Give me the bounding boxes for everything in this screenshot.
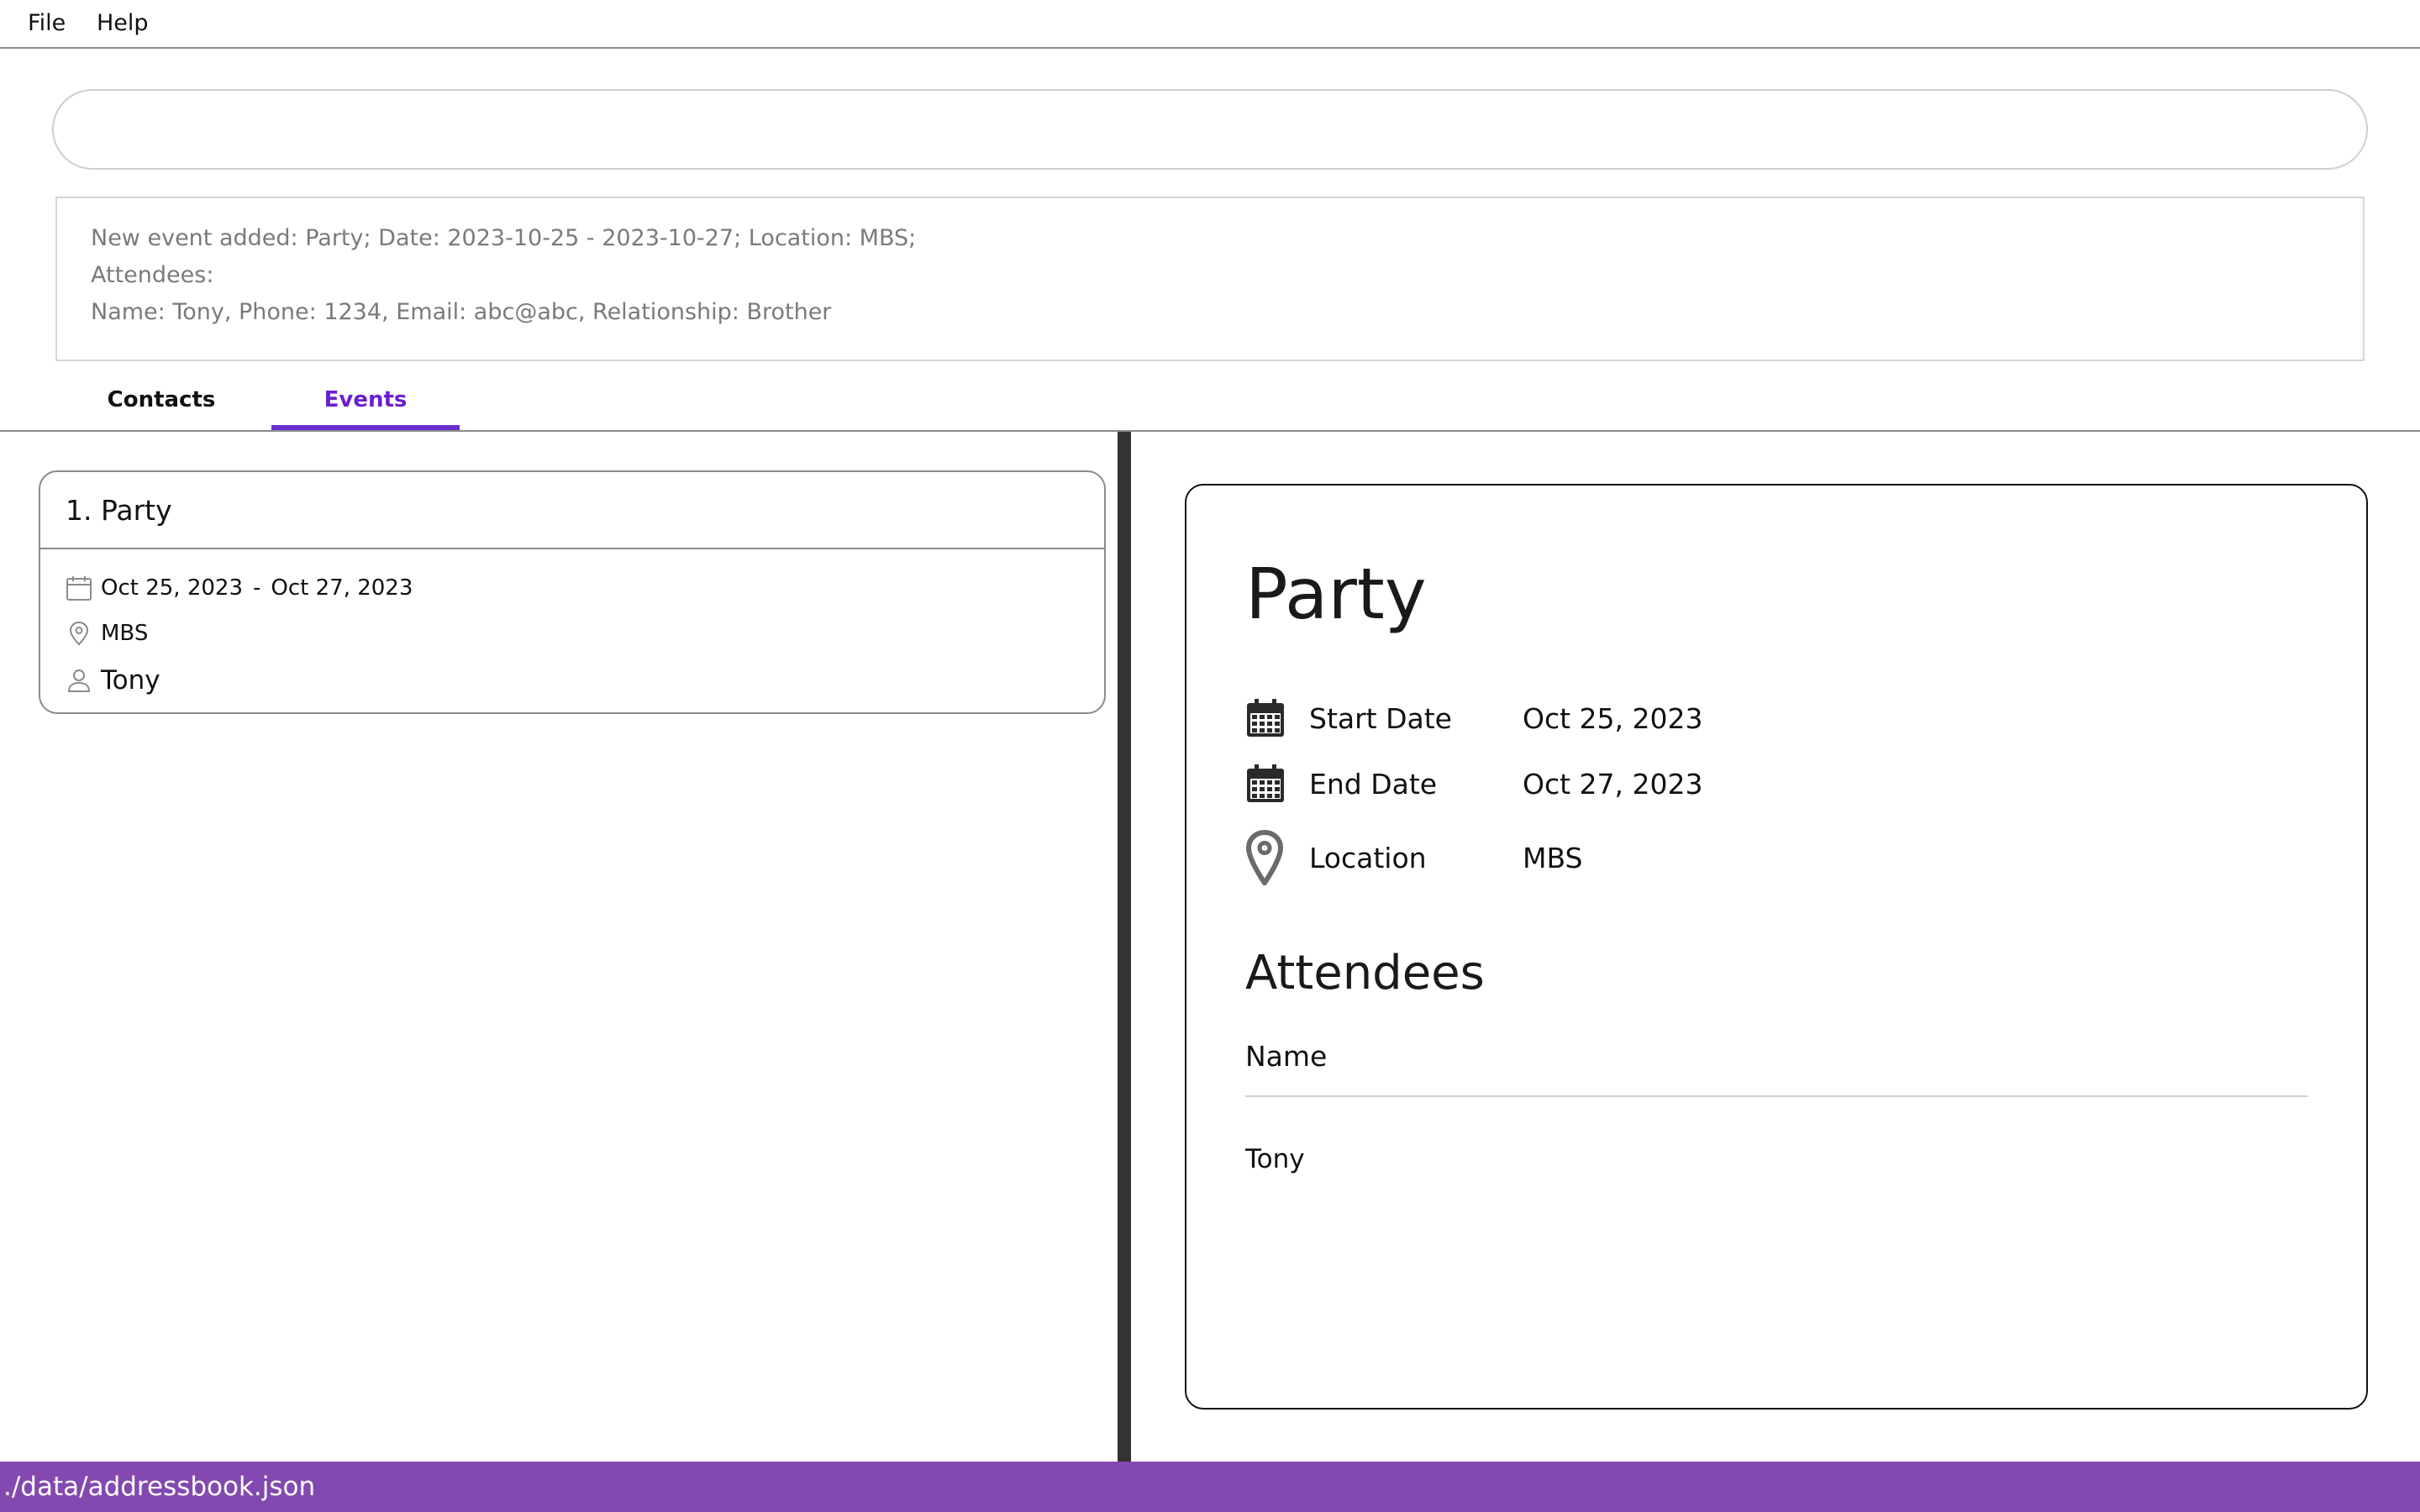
calendar-icon [1245,764,1286,804]
end-date-row: End Date Oct 27, 2023 [1245,763,1703,805]
location-pin-icon [1245,830,1284,885]
event-card-attendee: Tony [101,665,160,696]
result-display: New event added: Party; Date: 2023-10-25… [55,197,2365,361]
event-card-location-row: MBS [66,620,148,647]
data-file-path: ./data/addressbook.json [3,1472,316,1502]
menu-help[interactable]: Help [97,10,149,36]
start-date-label: Start Date [1309,701,1452,735]
result-line: New event added: Party; Date: 2023-10-25… [91,225,917,251]
person-icon [66,667,92,694]
location-label: Location [1309,841,1427,874]
attendees-column-header: Name [1245,1040,1328,1073]
column-divider [1245,1095,2307,1097]
tab-contacts[interactable]: Contacts [84,370,239,430]
calendar-icon [1245,698,1286,738]
start-date-row: Start Date Oct 25, 2023 [1245,697,1703,739]
end-date-label: End Date [1309,767,1438,801]
event-card-title: 1. Party [40,472,1104,549]
attendees-heading: Attendees [1245,946,1485,1000]
event-card-start-date: Oct 25, 2023 [101,575,243,601]
end-date-value: Oct 27, 2023 [1523,767,1703,801]
tab-events[interactable]: Events [271,370,460,430]
calendar-icon [66,575,92,601]
menu-file[interactable]: File [28,10,66,36]
menu-bar: File Help [0,0,2420,49]
split-divider[interactable] [1118,432,1131,1462]
attendee-name: Tony [1245,1144,1305,1174]
event-card-location: MBS [101,621,149,646]
event-card-attendee-row: Tony [66,665,160,696]
event-details-panel: Party Start Date Oct 25, 2023 End Date O… [1185,484,2368,1410]
event-card[interactable]: 1. Party Oct 25, 2023 - Oct 27, 2023 MBS [39,470,1106,714]
result-line: Name: Tony, Phone: 1234, Email: abc@abc,… [91,299,832,325]
command-input[interactable] [52,89,2368,170]
result-line: Attendees: [91,262,214,288]
active-tab-indicator [271,425,460,430]
date-separator: - [253,575,261,601]
event-card-date-row: Oct 25, 2023 - Oct 27, 2023 [66,575,413,601]
tab-bar: Contacts Events [0,370,2420,432]
start-date-value: Oct 25, 2023 [1523,701,1703,735]
location-row: Location MBS [1245,830,1582,885]
status-bar: ./data/addressbook.json [0,1462,2420,1512]
location-pin-icon [66,620,92,647]
event-details-title: Party [1245,553,1427,635]
event-card-end-date: Oct 27, 2023 [271,575,413,601]
location-value: MBS [1523,841,1583,874]
